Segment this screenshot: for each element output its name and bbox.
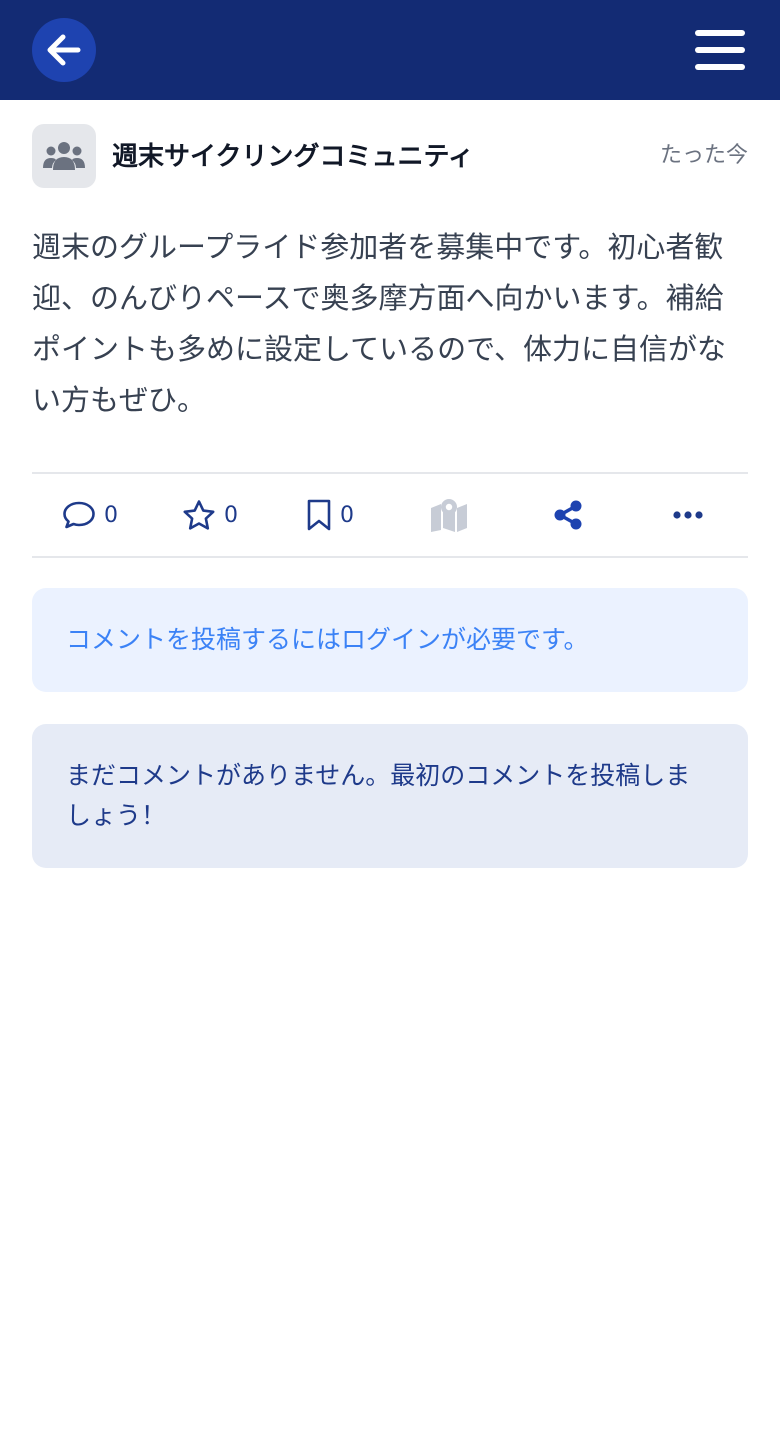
comment-icon [63,501,95,529]
group-icon [43,142,85,170]
bookmark-button[interactable]: 0 [306,474,354,556]
comment-count: 0 [104,502,118,528]
bookmark-icon [307,499,331,531]
back-button[interactable] [32,18,96,82]
no-comments-message: まだコメントがありません。最初のコメントを投稿しましょう！ [32,724,748,868]
star-icon [183,500,215,530]
post-body: 週末のグループライド参加者を募集中です。初心者歓迎、のんびりペースで奥多摩方面へ… [32,230,726,417]
empty-comments-text: まだコメントがありません。最初のコメントを投稿しましょう！ [66,761,691,830]
menu-button[interactable] [690,24,750,76]
comment-button[interactable]: 0 [62,474,118,556]
arrow-left-icon [47,34,81,66]
favorite-button[interactable]: 0 [182,474,238,556]
post-header: 週末サイクリングコミュニティ たった今 [32,124,748,188]
share-icon [554,500,582,530]
post-timestamp: たった今 [659,143,748,168]
post-actions: 0 0 0 [32,472,748,558]
login-required-notice: コメントを投稿するにはログインが必要です。 [32,588,748,692]
share-button[interactable] [552,474,584,556]
favorite-count: 0 [224,502,238,528]
map-icon [431,499,467,532]
map-button [430,474,468,556]
bookmark-count: 0 [340,502,354,528]
community-name[interactable]: 週末サイクリングコミュニティ [112,140,474,174]
hamburger-menu-icon [695,30,745,70]
more-button[interactable] [672,474,704,556]
app-header [0,0,780,100]
more-horizontal-icon [673,511,703,519]
community-avatar[interactable] [32,124,96,188]
login-notice-text[interactable]: コメントを投稿するにはログインが必要です。 [66,623,589,657]
